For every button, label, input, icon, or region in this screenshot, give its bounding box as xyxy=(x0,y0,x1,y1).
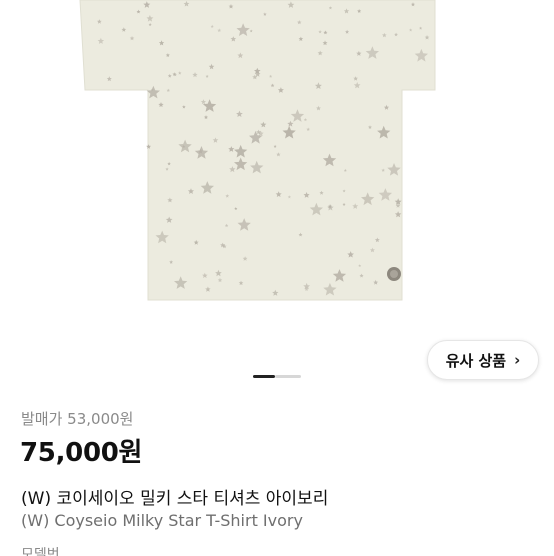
similar-products-button[interactable]: 유사 상품 › xyxy=(427,340,539,380)
chevron-right-icon: › xyxy=(514,351,521,369)
tshirt-image xyxy=(79,0,436,301)
release-price: 발매가 53,000원 xyxy=(21,410,134,428)
carousel-indicator xyxy=(253,375,301,378)
carousel-dot-active xyxy=(253,375,275,378)
similar-products-label: 유사 상품 xyxy=(445,351,507,370)
product-image[interactable] xyxy=(0,0,554,330)
carousel-dot-inactive xyxy=(275,375,301,378)
current-price: 75,000원 xyxy=(20,438,143,468)
product-title-english: (W) Coyseio Milky Star T-Shirt Ivory xyxy=(21,511,303,530)
product-title-korean: (W) 코이세이오 밀키 스타 티셔츠 아이보리 xyxy=(21,489,329,509)
model-number-label: 모델번 xyxy=(21,547,60,556)
tshirt-body xyxy=(79,0,436,301)
